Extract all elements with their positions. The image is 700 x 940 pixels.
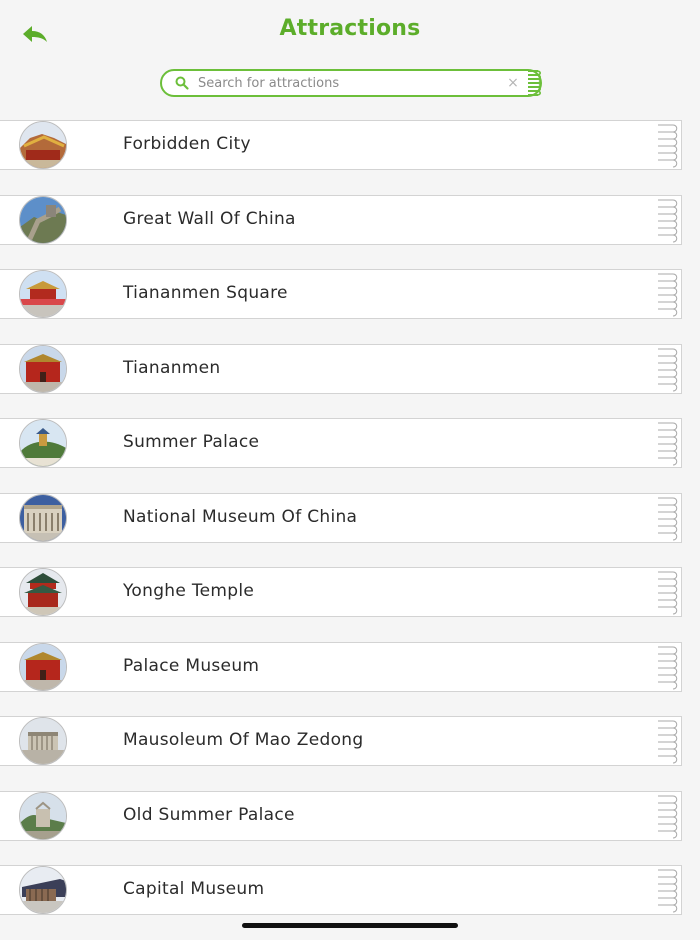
decorative-scroll-icon <box>528 70 541 96</box>
attraction-row[interactable]: Palace Museum <box>0 641 682 692</box>
attraction-thumbnail <box>19 270 67 318</box>
attraction-thumbnail <box>19 866 67 914</box>
decorative-scroll-icon <box>655 494 681 542</box>
attraction-name: Old Summer Palace <box>123 804 295 825</box>
decorative-scroll-icon <box>655 866 681 914</box>
decorative-scroll-icon <box>655 270 681 318</box>
decorative-scroll-icon <box>655 345 681 393</box>
attraction-thumbnail <box>19 493 67 542</box>
attraction-name: Tiananmen <box>123 357 221 378</box>
attraction-row[interactable]: Tiananmen Square <box>0 269 682 319</box>
attraction-thumbnail <box>19 791 67 840</box>
header: Attractions <box>0 0 700 64</box>
attraction-row[interactable]: Tiananmen <box>0 343 682 394</box>
attraction-name: Tiananmen Square <box>123 283 288 303</box>
clear-search-icon[interactable]: × <box>506 73 520 93</box>
attraction-thumbnail <box>19 568 67 616</box>
attraction-row[interactable]: Great Wall Of China <box>0 194 682 245</box>
attraction-thumbnail <box>19 717 67 765</box>
attraction-row[interactable]: Yonghe Temple <box>0 567 682 617</box>
attraction-name: Forbidden City <box>123 134 251 154</box>
search-input[interactable] <box>198 72 498 94</box>
decorative-scroll-icon <box>655 643 681 691</box>
attraction-thumbnail <box>19 121 67 169</box>
attraction-row[interactable]: Summer Palace <box>0 418 682 468</box>
attraction-name: Capital Museum <box>123 879 265 899</box>
search-bar[interactable]: × <box>160 69 542 97</box>
attraction-row[interactable]: Mausoleum Of Mao Zedong <box>0 716 682 766</box>
decorative-scroll-icon <box>655 196 681 244</box>
attraction-thumbnail <box>19 419 67 467</box>
search-icon <box>175 76 189 90</box>
attraction-thumbnail <box>19 195 67 244</box>
attraction-thumbnail <box>19 642 67 691</box>
attraction-row[interactable]: Forbidden City <box>0 120 682 170</box>
decorative-scroll-icon <box>655 419 681 467</box>
attraction-row[interactable]: National Museum Of China <box>0 492 682 543</box>
attraction-name: Mausoleum Of Mao Zedong <box>123 730 364 750</box>
decorative-scroll-icon <box>655 121 681 169</box>
attraction-row[interactable]: Old Summer Palace <box>0 790 682 841</box>
page-title: Attractions <box>279 16 421 41</box>
home-indicator[interactable] <box>242 923 458 928</box>
attraction-name: Palace Museum <box>123 655 260 676</box>
attraction-name: Yonghe Temple <box>123 581 255 601</box>
attraction-thumbnail <box>19 344 67 393</box>
decorative-scroll-icon <box>655 568 681 616</box>
attraction-row[interactable]: Capital Museum <box>0 865 682 915</box>
attraction-name: National Museum Of China <box>123 506 358 527</box>
attraction-list: Forbidden City Great Wall Of China Tiananm… <box>0 120 700 940</box>
attraction-name: Great Wall Of China <box>123 208 296 229</box>
decorative-scroll-icon <box>655 717 681 765</box>
decorative-scroll-icon <box>655 792 681 840</box>
attraction-name: Summer Palace <box>123 432 260 452</box>
